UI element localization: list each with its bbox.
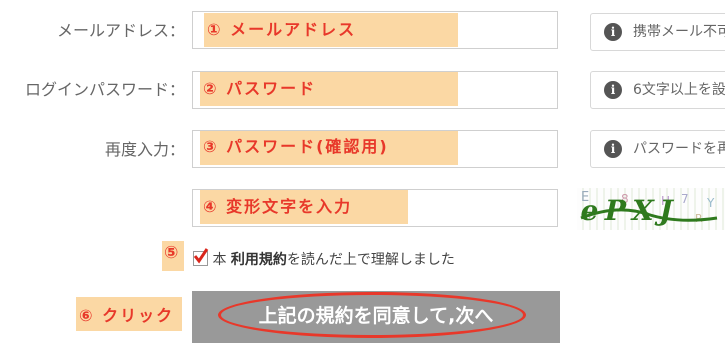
terms-link[interactable]: 利用規約 — [231, 252, 287, 268]
step4-annotation: ④ 変形文字を入力 — [203, 197, 353, 216]
agree-row: 本 利用規約を読んだ上で理解しました — [193, 248, 455, 269]
step1-annotation: ① メールアドレス — [207, 20, 357, 39]
password-confirm-tooltip: i パスワードを再 — [590, 130, 725, 168]
step3-annotation: ③ パスワード(確認用) — [203, 137, 389, 156]
email-tooltip: i 携帯メール不可 — [590, 13, 725, 51]
captcha-noise — [580, 208, 718, 222]
password-tip-text: 6文字以上を設 — [633, 82, 725, 98]
info-icon: i — [604, 81, 622, 99]
password-tooltip: i 6文字以上を設 — [590, 71, 725, 109]
step2-annotation: ② パスワード — [203, 79, 317, 98]
step5-annotation: ⑤ — [164, 243, 181, 263]
email-tip-text: 携帯メール不可 — [633, 24, 725, 40]
password-confirm-label: 再度入力： — [104, 140, 185, 159]
agree-suffix: を読んだ上で理解しました — [286, 252, 455, 268]
captcha-image: E 8 4 H 7 R U Y ePXJ — [577, 188, 725, 230]
checkmark-icon — [193, 248, 209, 264]
info-icon: i — [604, 140, 622, 158]
password-label: ログインパスワード： — [24, 80, 185, 99]
password-confirm-tip-text: パスワードを再 — [633, 141, 725, 157]
email-label: メールアドレス： — [56, 21, 185, 40]
info-icon: i — [604, 23, 622, 41]
agree-prefix: 本 — [212, 252, 227, 268]
submit-button[interactable]: 上記の規約を同意して,次へ — [192, 291, 560, 343]
step6-annotation: ⑥ クリック — [79, 306, 175, 325]
agree-checkbox[interactable] — [193, 248, 209, 266]
